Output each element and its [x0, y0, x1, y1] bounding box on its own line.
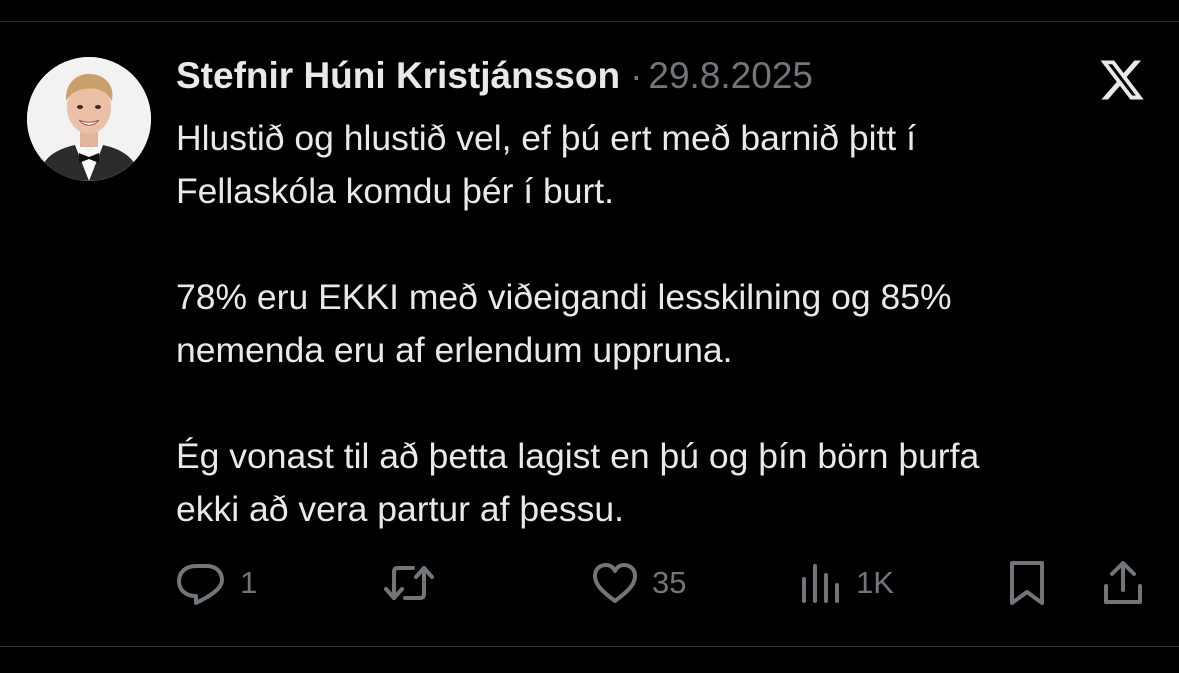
x-logo-icon: [1098, 56, 1146, 104]
share-icon: [1104, 561, 1142, 604]
tweet-header: Stefnir Húni Kristjánsson · 29.8.2025: [176, 54, 813, 98]
avatar-photo: [27, 57, 151, 181]
views-icon: [802, 564, 839, 603]
like-button[interactable]: 35: [592, 555, 686, 611]
bookmark-button[interactable]: [1008, 555, 1046, 611]
top-divider: [0, 21, 1179, 22]
tweet-paragraph: 78% eru EKKI með viðeigandi lesskilning …: [176, 277, 952, 370]
bottom-divider: [0, 646, 1179, 647]
heart-icon: [593, 563, 637, 603]
share-button[interactable]: [1102, 555, 1144, 611]
tweet-date[interactable]: 29.8.2025: [648, 55, 813, 96]
repost-icon: [384, 566, 434, 600]
reply-button[interactable]: 1: [176, 555, 257, 611]
bookmark-icon: [1010, 561, 1044, 605]
tweet-paragraph: Ég vonast til að þetta lagist en þú og þ…: [176, 436, 980, 529]
tweet-card: Stefnir Húni Kristjánsson · 29.8.2025 Hlus…: [0, 0, 1179, 673]
tweet-paragraph: Hlustið og hlustið vel, ef þú ert með ba…: [176, 118, 916, 211]
views-count: 1K: [856, 565, 894, 600]
author-name[interactable]: Stefnir Húni Kristjánsson: [176, 55, 620, 96]
tweet-body: Hlustið og hlustið vel, ef þú ert með ba…: [176, 112, 1166, 536]
reply-count: 1: [240, 565, 258, 600]
like-count: 35: [652, 565, 687, 600]
avatar[interactable]: [27, 57, 151, 181]
reply-icon: [177, 564, 224, 605]
repost-button[interactable]: [383, 555, 449, 611]
action-bar: 1 35 1K: [176, 555, 1156, 611]
views-button[interactable]: 1K: [800, 555, 894, 611]
header-separator: ·: [630, 55, 643, 96]
